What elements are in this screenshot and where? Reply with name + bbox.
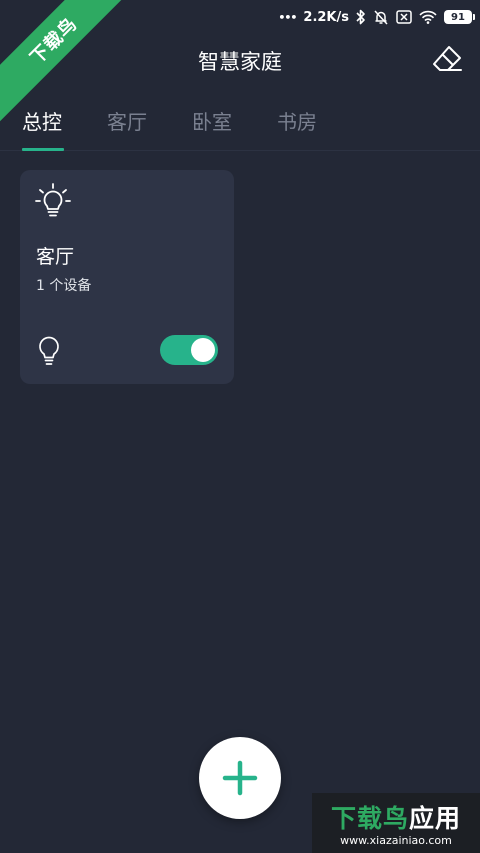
brand-watermark: 下载鸟应用 www.xiazainiao.com — [312, 793, 480, 853]
page-title: 智慧家庭 — [198, 50, 282, 74]
sim-x-icon — [396, 10, 412, 24]
battery-icon: 91 — [444, 10, 475, 24]
bluetooth-icon — [356, 9, 366, 25]
wifi-icon — [419, 10, 437, 24]
tab-bedroom[interactable]: 卧室 — [192, 106, 234, 151]
mute-bell-icon — [373, 9, 389, 25]
device-power-toggle[interactable] — [160, 335, 218, 365]
status-icons: ••• 2.2K/s 91 — [278, 6, 475, 28]
tab-living-room[interactable]: 客厅 — [107, 106, 149, 151]
brand-url: www.xiazainiao.com — [340, 834, 452, 847]
card-room-name: 客厅 — [36, 246, 75, 268]
room-tabs: 总控 客厅 卧室 书房 — [0, 100, 480, 151]
status-dots: ••• — [278, 10, 297, 24]
tab-study[interactable]: 书房 — [277, 106, 319, 151]
lightbulb-glow-icon — [34, 182, 72, 220]
add-device-button[interactable] — [199, 737, 281, 819]
brand-name-green: 下载鸟 — [330, 804, 409, 833]
app-screen: ••• 2.2K/s 91 下载鸟 智慧家庭 总控 客厅 卧室 书房 客厅 1 … — [0, 0, 480, 853]
lightbulb-icon — [36, 336, 62, 366]
brand-name-white: 应用 — [409, 804, 462, 833]
toggle-knob — [191, 338, 215, 362]
card-device-count: 1 个设备 — [36, 278, 92, 294]
eraser-icon[interactable] — [430, 42, 464, 76]
room-card-living-room[interactable]: 客厅 1 个设备 — [20, 170, 234, 384]
tab-overview[interactable]: 总控 — [22, 106, 64, 151]
brand-name: 下载鸟应用 — [312, 799, 480, 835]
network-speed: 2.2K/s — [303, 9, 349, 25]
plus-icon — [222, 760, 258, 796]
